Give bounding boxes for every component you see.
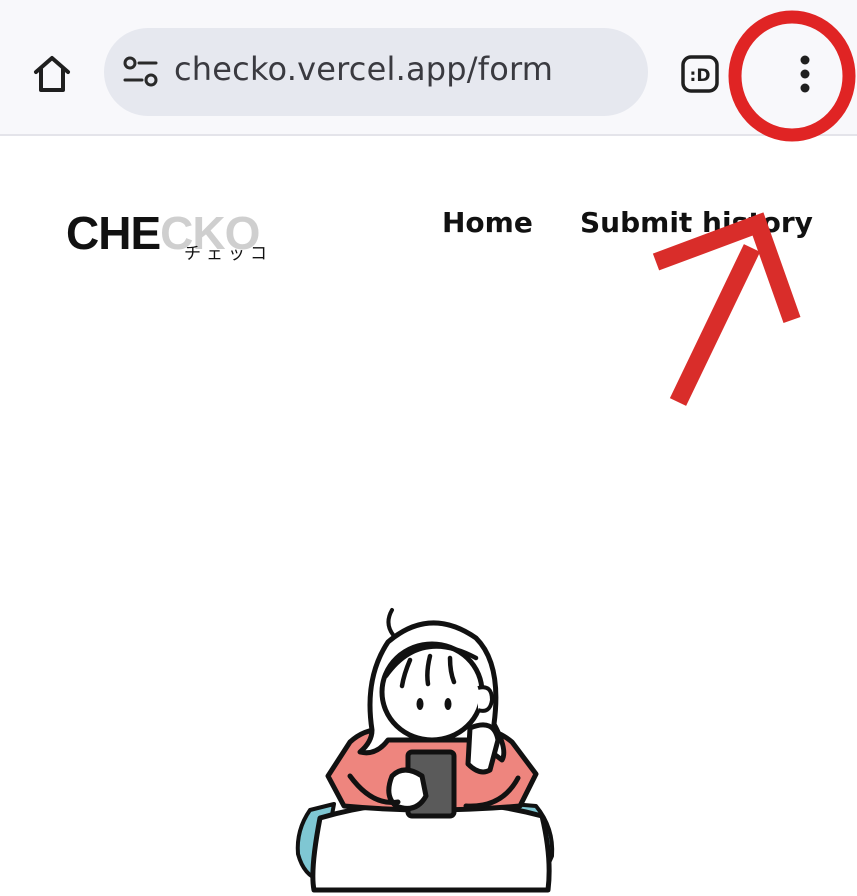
site-logo[interactable]: CHECKO チェッコ xyxy=(66,206,296,266)
more-vert-icon[interactable] xyxy=(790,50,820,98)
logo-text-dark: CHE xyxy=(66,207,161,259)
tune-icon[interactable] xyxy=(122,56,160,88)
girl-with-phone-illustration xyxy=(295,608,555,893)
url-text[interactable]: checko.vercel.app/form xyxy=(174,50,553,88)
browser-toolbar: checko.vercel.app/form :D xyxy=(0,0,857,136)
svg-text::D: :D xyxy=(690,66,711,86)
nav-submit-history-link[interactable]: Submit history xyxy=(580,206,813,239)
logo-subtitle: チェッコ xyxy=(184,244,272,264)
reader-mode-icon[interactable]: :D xyxy=(680,54,720,94)
home-icon[interactable] xyxy=(28,50,76,98)
nav-home-link[interactable]: Home xyxy=(442,206,533,239)
address-bar[interactable]: checko.vercel.app/form xyxy=(104,28,648,116)
